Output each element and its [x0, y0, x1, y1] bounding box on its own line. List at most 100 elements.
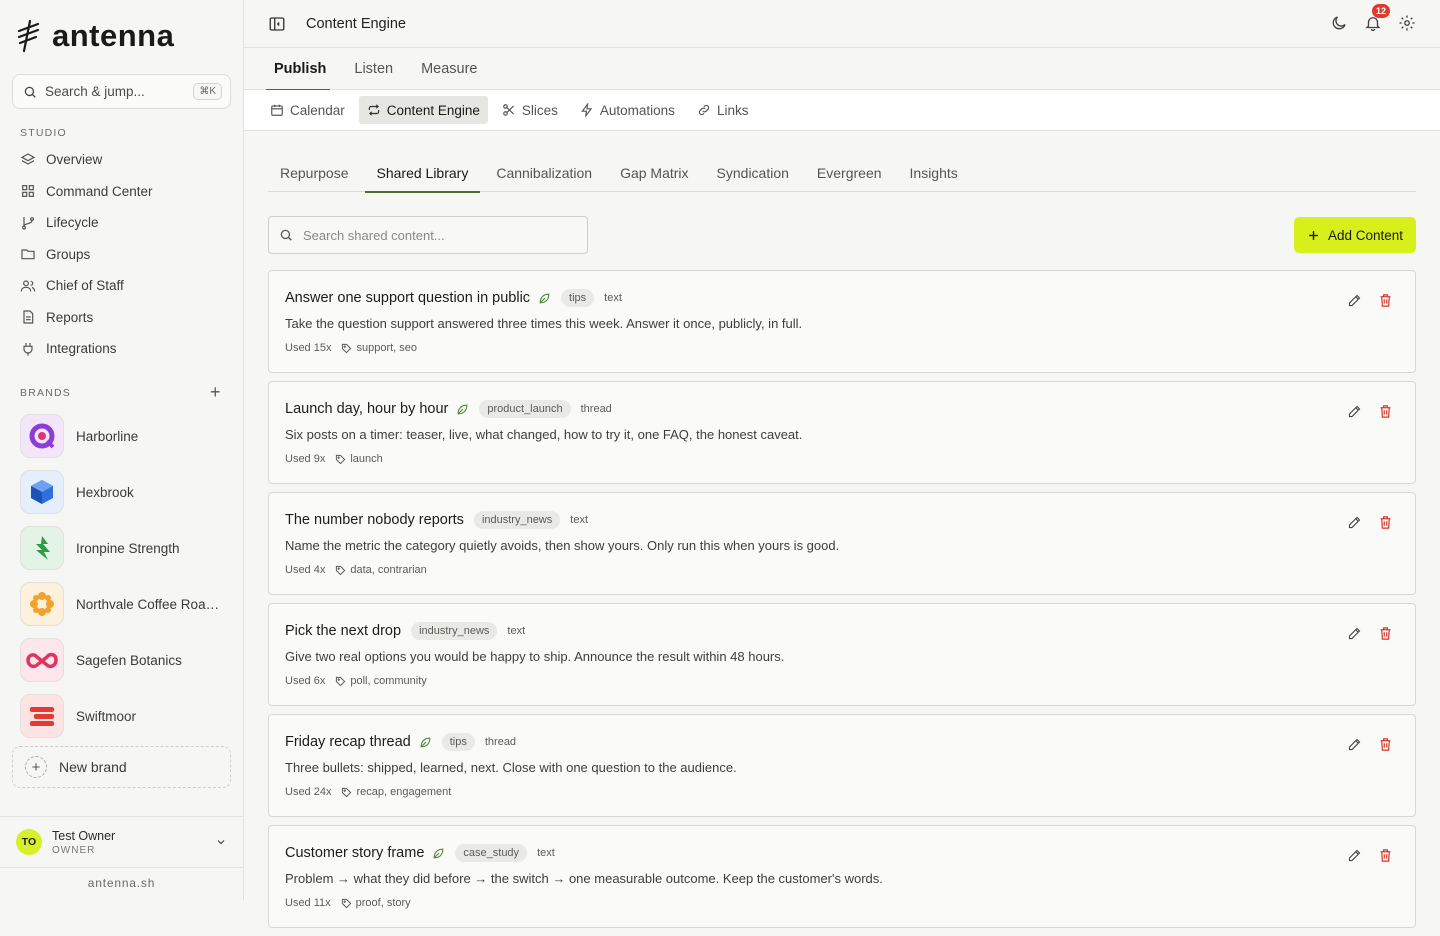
tab-label: Calendar — [290, 102, 345, 118]
nav-item-overview[interactable]: Overview — [12, 144, 232, 176]
add-content-button[interactable]: Add Content — [1294, 217, 1416, 253]
user-role: OWNER — [52, 844, 96, 856]
delete-trash-icon[interactable] — [1378, 737, 1393, 752]
sidebar-toggle-icon[interactable] — [268, 15, 286, 33]
content-type: text — [604, 292, 622, 304]
antenna-logo-icon — [16, 19, 42, 53]
library-card[interactable]: Friday recap thread tips thread Three bu… — [268, 714, 1416, 817]
nav-label: Command Center — [46, 183, 153, 199]
search-label: Search & jump... — [45, 84, 145, 99]
brand-name: Northvale Coffee Roasters — [76, 596, 224, 612]
card-tags: launch — [350, 453, 383, 465]
category-badge: tips — [561, 289, 595, 307]
tab-content-engine[interactable]: Content Engine — [358, 96, 488, 124]
nav-label: Chief of Staff — [46, 278, 124, 294]
tab-publish[interactable]: Publish — [265, 48, 331, 91]
global-search[interactable]: Search & jump... ⌘K — [12, 74, 231, 109]
nav-label: Reports — [46, 309, 94, 325]
app-logo[interactable]: antenna — [16, 18, 174, 54]
library-card[interactable]: Pick the next drop industry_news text Gi… — [268, 603, 1416, 706]
edit-pencil-icon[interactable] — [1347, 404, 1362, 419]
users-icon — [20, 278, 36, 294]
plus-icon — [1307, 229, 1320, 242]
avatar: TO — [16, 829, 42, 855]
user-menu[interactable]: TO Test Owner OWNER — [0, 816, 243, 868]
tab-slices[interactable]: Slices — [494, 96, 566, 124]
brand-item-sagefen-botanics[interactable]: Sagefen Botanics — [18, 632, 232, 688]
delete-trash-icon[interactable] — [1378, 515, 1393, 530]
library-card[interactable]: Launch day, hour by hour product_launch … — [268, 381, 1416, 484]
edit-pencil-icon[interactable] — [1347, 626, 1362, 641]
tab-links[interactable]: Links — [689, 96, 757, 124]
library-card[interactable]: Customer story frame case_study text Pro… — [268, 825, 1416, 928]
brand-item-northvale-coffee[interactable]: Northvale Coffee Roasters — [18, 576, 232, 632]
edit-pencil-icon[interactable] — [1347, 737, 1362, 752]
nav-item-groups[interactable]: Groups — [12, 239, 232, 271]
tab-automations[interactable]: Automations — [572, 96, 683, 124]
card-tags: support, seo — [356, 342, 418, 354]
nav-item-integrations[interactable]: Integrations — [12, 333, 232, 365]
delete-trash-icon[interactable] — [1378, 293, 1393, 308]
card-tags: poll, community — [350, 675, 427, 687]
brand-name: Sagefen Botanics — [76, 652, 182, 668]
user-name: Test Owner — [52, 828, 116, 843]
nav-item-chief-of-staff[interactable]: Chief of Staff — [12, 270, 232, 302]
add-brand-plus-icon[interactable]: + — [210, 383, 221, 401]
layers-icon — [20, 152, 36, 168]
evergreen-leaf-icon — [538, 292, 551, 305]
card-description: Three bullets: shipped, learned, next. C… — [285, 760, 737, 775]
category-badge: industry_news — [411, 622, 498, 640]
card-tags: proof, story — [355, 897, 411, 909]
delete-trash-icon[interactable] — [1378, 848, 1393, 863]
brand-item-ironpine-strength[interactable]: Ironpine Strength — [18, 520, 232, 576]
edit-pencil-icon[interactable] — [1347, 848, 1362, 863]
library-card[interactable]: Answer one support question in public ti… — [268, 270, 1416, 373]
tab-gap-matrix[interactable]: Gap Matrix — [620, 153, 688, 192]
card-title: Customer story frame — [285, 845, 425, 861]
nav-item-reports[interactable]: Reports — [12, 302, 232, 334]
delete-trash-icon[interactable] — [1378, 404, 1393, 419]
notifications-button[interactable]: 12 — [1364, 4, 1391, 32]
new-brand-button[interactable]: + New brand — [12, 746, 231, 788]
edit-pencil-icon[interactable] — [1347, 515, 1362, 530]
brand-name: Swiftmoor — [76, 708, 137, 724]
brand-item-hexbrook[interactable]: Hexbrook — [18, 464, 232, 520]
tab-calendar[interactable]: Calendar — [262, 96, 353, 124]
bolt-icon — [580, 103, 594, 117]
branch-icon — [20, 215, 36, 231]
moon-icon[interactable] — [1330, 14, 1348, 32]
scissors-icon — [502, 103, 516, 117]
brand-item-harborline[interactable]: Harborline — [18, 408, 232, 464]
tab-evergreen[interactable]: Evergreen — [817, 153, 882, 192]
search-icon — [279, 228, 293, 242]
category-badge: industry_news — [473, 511, 561, 529]
tab-measure[interactable]: Measure — [421, 48, 477, 90]
category-badge: tips — [441, 733, 475, 751]
nav-item-lifecycle[interactable]: Lifecycle — [12, 207, 232, 239]
card-description: Take the question support answered three… — [285, 316, 803, 331]
tab-listen[interactable]: Listen — [354, 48, 393, 90]
content-type: text — [507, 625, 526, 637]
link-icon — [697, 103, 711, 117]
library-search-input[interactable] — [303, 227, 573, 243]
studio-nav: Overview Command Center Lifecycle Groups… — [12, 144, 232, 365]
tab-cannibalization[interactable]: Cannibalization — [496, 153, 592, 192]
gear-icon[interactable] — [1398, 14, 1416, 32]
edit-pencil-icon[interactable] — [1347, 293, 1362, 308]
tab-shared-library[interactable]: Shared Library — [364, 153, 481, 193]
nav-label: Lifecycle — [46, 215, 99, 231]
card-tags: data, contrarian — [350, 564, 427, 576]
brand-item-swiftmoor[interactable]: Swiftmoor — [18, 688, 232, 744]
card-description: Name the metric the category quietly avo… — [285, 538, 840, 553]
nav-item-command-center[interactable]: Command Center — [12, 176, 232, 208]
library-list: Answer one support question in public ti… — [268, 270, 1416, 936]
tab-insights[interactable]: Insights — [910, 153, 958, 192]
category-badge: product_launch — [479, 400, 571, 418]
sidebar: antenna Search & jump... ⌘K STUDIO Overv… — [0, 0, 244, 900]
library-card[interactable]: The number nobody reports industry_news … — [268, 492, 1416, 595]
tab-syndication[interactable]: Syndication — [717, 153, 789, 192]
delete-trash-icon[interactable] — [1378, 626, 1393, 641]
category-badge: case_study — [455, 844, 528, 862]
usage-count: Used 4x — [285, 564, 326, 576]
tab-repurpose[interactable]: Repurpose — [280, 153, 349, 192]
